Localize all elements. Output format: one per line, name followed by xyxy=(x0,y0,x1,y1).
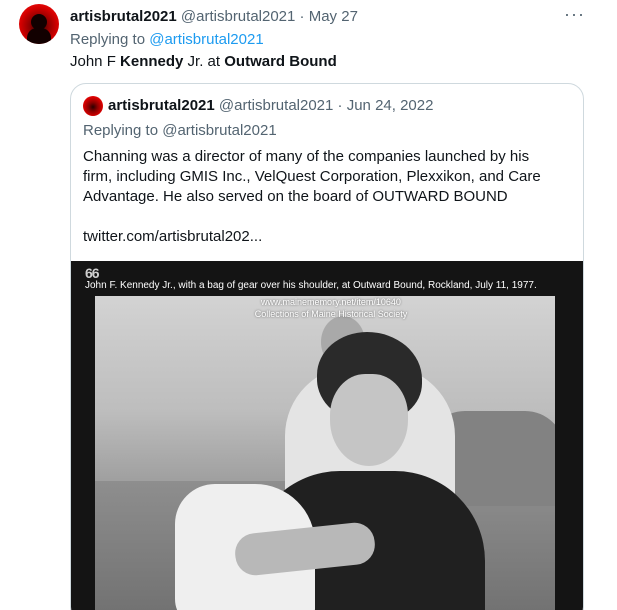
tweet-date[interactable]: May 27 xyxy=(309,8,358,25)
replying-prefix: Replying to xyxy=(70,31,150,48)
quoted-author-avatar xyxy=(83,96,103,116)
quoted-text-line: firm, including GMIS Inc., VelQuest Corp… xyxy=(83,168,541,185)
photo xyxy=(95,296,555,610)
watermark-url: www.mainememory.net/item/10640 xyxy=(261,297,401,307)
author-handle[interactable]: @artisbrutal2021 xyxy=(181,8,295,25)
tweet-text-part: John F xyxy=(70,53,121,70)
quoted-media-image[interactable]: 66 John F. Kennedy Jr., with a bag of ge… xyxy=(71,261,583,610)
quoted-text-line: Channing was a director of many of the c… xyxy=(83,148,530,165)
quoted-header-separator: · xyxy=(337,97,343,114)
tweet-header: artisbrutal2021 @artisbrutal2021 · May 2… xyxy=(70,8,358,25)
quoted-tweet-card[interactable]: artisbrutal2021 @artisbrutal2021 · Jun 2… xyxy=(70,83,584,610)
image-watermark: www.mainememory.net/item/10640 Collectio… xyxy=(211,296,451,320)
quoted-text: Channing was a director of many of the c… xyxy=(83,147,563,247)
quoted-author-handle: @artisbrutal2021 xyxy=(218,97,334,114)
author-avatar[interactable] xyxy=(19,4,59,44)
quoted-author-name: artisbrutal2021 xyxy=(108,97,215,114)
quote-mark-icon: 66 xyxy=(85,265,100,281)
avatar-figure-body xyxy=(27,28,51,44)
photo-subject-face xyxy=(330,374,408,466)
tweet-text: John F Kennedy Jr. at Outward Bound xyxy=(70,53,337,70)
replying-to: Replying to @artisbrutal2021 xyxy=(70,31,264,48)
tweet-text-part: Jr. at xyxy=(183,53,225,70)
replying-to-link[interactable]: @artisbrutal2021 xyxy=(149,31,263,48)
tweet-text-bold: Outward Bound xyxy=(224,53,337,70)
author-name[interactable]: artisbrutal2021 xyxy=(70,8,177,25)
tweet-text-bold: Kennedy xyxy=(120,53,184,70)
more-options-icon[interactable]: ··· xyxy=(564,4,585,25)
header-separator: · xyxy=(299,8,305,25)
quoted-replying-to: Replying to @artisbrutal2021 xyxy=(83,122,277,139)
quoted-date: Jun 24, 2022 xyxy=(346,97,434,114)
quoted-text-line: Advantage. He also served on the board o… xyxy=(83,188,508,205)
quoted-header: artisbrutal2021 @artisbrutal2021 · Jun 2… xyxy=(108,97,433,114)
watermark-credit: Collections of Maine Historical Society xyxy=(254,309,408,319)
image-caption: John F. Kennedy Jr., with a bag of gear … xyxy=(85,280,537,291)
quoted-link[interactable]: twitter.com/artisbrutal202... xyxy=(83,227,563,247)
